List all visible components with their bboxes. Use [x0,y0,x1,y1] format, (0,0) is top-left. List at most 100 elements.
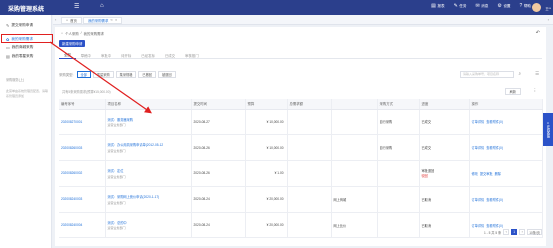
app-brand: 采购管理系统 [8,7,45,13]
home-icon[interactable]: ⌂ [61,31,63,36]
sidebar-item-submit-request[interactable]: ✎ 提交采购申请 [3,21,50,29]
request-id-link[interactable]: 202008240004 [61,223,82,227]
user-name[interactable]: 王** [545,6,551,11]
sidebar: ✎ 提交采购申请 ✿ 我的采购需求 ▭ 我的商城采购 ▤ 我的零星采购 采购服务(上) … [0,15,52,248]
request-dept: 运营业务部门 [107,174,126,179]
request-total [287,160,332,187]
status-tab-review[interactable]: 审核推门 [180,51,204,59]
filter-icon[interactable]: ☰ [535,71,539,77]
op-view-attachment-link[interactable]: 查看附件(0) [486,119,503,124]
op-view-attachment-link[interactable]: 查看附件(0) [486,145,503,150]
list-icon: ▤ [6,53,10,59]
search-icon[interactable]: ⌕ [519,71,521,76]
tab-home[interactable]: ⌂ 首页 [61,16,82,24]
status-tab-all[interactable]: 全部 [59,51,76,59]
status-tab-done[interactable]: 已成交 [160,51,180,59]
col-header-time[interactable]: 提交时间 [191,99,246,110]
sidebar-note: 此菜单由系统管理员配置，请联系管理员添加 [6,89,49,98]
page-size-select[interactable]: 10条/页 [527,229,542,235]
request-status-note: 驳回 [421,174,428,179]
filter-label: 采购类型: [59,73,74,77]
request-name-link[interactable]: 测试：办公用具采购申请单(2012-05-12 [108,142,191,147]
op-order-detail-link[interactable]: 订单详情 [472,197,485,202]
filter-chip-small[interactable]: 零星采购 [92,71,114,78]
request-total [287,134,332,162]
op-order-detail-link[interactable]: 订单详情 [472,119,485,124]
op-order-detail-link[interactable]: 订单详情 [472,223,485,228]
sidebar-section-title: 采购服务(上) [6,78,25,82]
sidebar-item-mall-purchase[interactable]: ▭ 我的商城采购 [3,43,50,51]
top-action-settings[interactable]: ⚙ 设置 [497,3,510,9]
top-action-reports[interactable]: ▤ 报表 [431,3,444,9]
request-budget: ¥ 1.00 [245,160,288,187]
refresh-button[interactable]: 刷新 [504,88,521,95]
request-name-link[interactable]: 测试：总的中 [108,220,191,225]
op-order-detail-link[interactable]: 订单详情 [472,145,485,150]
tab-my-requests[interactable]: 我的采购需求 ↻ ✕ [83,16,123,24]
top-action-messages[interactable]: ✉ 消息 [475,3,488,9]
request-misc [331,160,378,187]
cart-icon: ▭ [6,44,10,50]
request-dept: 运营业务部门 [107,200,126,205]
tab-next-icon[interactable]: › [548,17,549,22]
back-icon[interactable]: ↶ [536,30,540,36]
col-header-total: 总需求额 [287,99,332,110]
page-button[interactable]: 1 [511,229,518,235]
op-view-attachment-link[interactable]: 查看附件(0) [486,223,503,228]
top-bar: 采购管理系统 ☰ ⌂ ▤ 报表 ✎ 任务 ✉ 消息 ⚙ 设置 ? 帮助 王** [0,0,553,15]
table-row: 202008240004 测试：总的中 运营业务部门 2020-08-24 ¥ 2… [59,212,543,239]
settings-icon: ⚙ [497,3,502,9]
new-request-button[interactable]: 新建采购申请 [59,40,86,47]
chart-icon: ▤ [431,3,436,9]
col-header-method: 采购方式 [377,99,420,110]
request-id-link[interactable]: 202008260003 [61,146,82,150]
filter-chip-returned[interactable]: 被退回 [157,71,176,78]
help-icon: ? [519,3,523,9]
request-time: 2020-08-24 [191,212,246,239]
sidebar-item-small-purchase[interactable]: ▤ 我的零星采购 [3,52,50,60]
pagination-summary: 1 - 5 共 5 条 [484,230,502,235]
menu-toggle-icon[interactable]: ☰ [74,3,79,10]
request-dept: 运营业务部门 [107,226,126,231]
request-name-link[interactable]: 测试：服务器采购 [108,117,191,122]
request-budget: ¥ 20,000.00 [245,186,288,213]
op-submit-approval-link[interactable]: 提交审批 [480,171,493,176]
op-delete-link[interactable]: 删除 [495,171,501,176]
request-name-link[interactable]: 测试：采购网上竞价申请(2020-1-17) [108,194,191,199]
request-method [377,186,420,213]
tab-close-icon[interactable]: ✕ [115,18,118,22]
pagination: 1 - 5 共 5 条 ‹ 1 › 10条/页 [484,229,542,235]
online-service-button[interactable]: ☺ 在线客服 [543,113,553,146]
home-icon[interactable]: ⌂ [100,3,104,9]
request-name-link[interactable]: 测试：定位 [108,168,191,173]
filter-chip-withdrawn[interactable]: 已撤回 [138,71,156,78]
status-tab-draft[interactable]: 草稿中 [76,51,96,59]
request-misc [331,134,378,162]
col-header-name: 项目名称 [105,99,192,110]
col-header-misc [331,99,378,110]
avatar[interactable] [532,3,541,12]
page-prev-button[interactable]: ‹ [503,229,510,235]
filter-chip-central[interactable]: 集采规格 [115,71,137,78]
status-tab-approving[interactable]: 审批中 [96,51,116,59]
col-header-id[interactable]: 编号序号 [59,99,106,110]
status-tab-issued[interactable]: 已经发标 [136,51,160,59]
request-id-link[interactable]: 202008240003 [61,197,82,201]
top-action-tasks[interactable]: ✎ 任务 [454,3,467,9]
op-edit-link[interactable]: 修改 [472,171,478,176]
page-next-button[interactable]: › [519,229,526,235]
op-view-attachment-link[interactable]: 查看附件(0) [486,197,503,202]
tab-prev-icon[interactable]: ‹ [55,17,56,22]
request-id-link[interactable]: 202008270001 [61,120,82,124]
requests-table: 编号序号 项目名称 提交时间 预算 总需求额 采购方式 进度 操作 202008… [59,99,543,239]
more-icon[interactable]: ⋮ [533,88,537,94]
request-time: 2020-08-26 [191,134,246,162]
filter-chip-all[interactable]: 全部 [76,71,91,78]
request-misc [331,109,378,136]
tab-refresh-icon[interactable]: ↻ [110,18,113,22]
search-input[interactable]: 请输入采购单号、项目名称 [460,70,514,78]
top-action-help[interactable]: ? 帮助 [520,3,531,9]
request-id-link[interactable]: 202008260002 [61,171,82,175]
status-tab-pending[interactable]: 待开标 [116,51,136,59]
request-status: 已成交 [419,134,470,162]
